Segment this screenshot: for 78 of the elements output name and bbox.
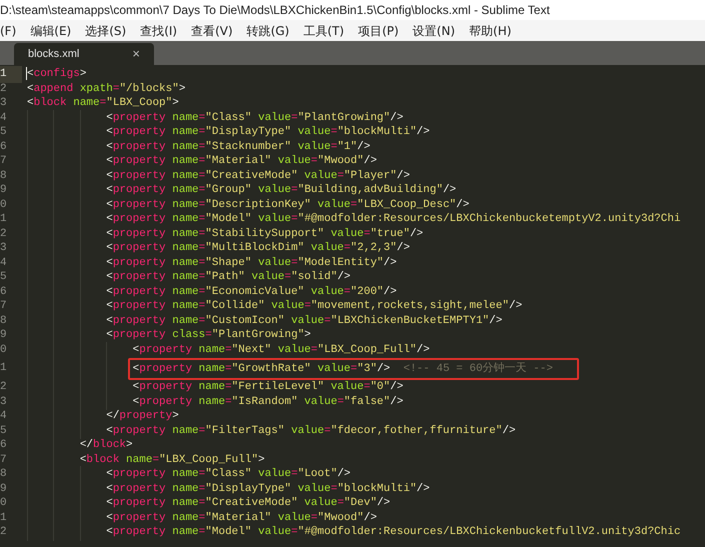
line-number: 4	[0, 256, 8, 270]
line-number: 1	[0, 66, 22, 82]
line-number: 6	[0, 284, 8, 300]
code-line: <property name="Class" value="Loot"/>	[106, 467, 351, 482]
code-line: <property name="FilterTags" value="fdecor,fother,ffurniture"/>	[106, 424, 516, 438]
line-number: 9	[0, 328, 8, 343]
code-line: <property name="IsRandom" value="false"/>	[132, 394, 404, 410]
line-number: 6	[0, 140, 8, 154]
code-line: <configs>	[27, 67, 86, 82]
menu-item[interactable]: 选择(S)	[85, 22, 126, 40]
code-line: <property name="CustomIcon" value="LBXChickenBucketEMPTY1"/>	[106, 314, 502, 328]
menu-item[interactable]: 帮助(H)	[469, 22, 512, 40]
line-number: 7	[0, 299, 8, 314]
line-number: 4	[0, 409, 8, 424]
file-tab[interactable]: blocks.xml ×	[14, 43, 154, 65]
line-number: 1	[0, 361, 8, 376]
code-line: </block>	[80, 438, 133, 453]
line-number: 5	[0, 125, 8, 140]
menu-item[interactable]: 查看(V)	[191, 22, 233, 40]
line-number: 5	[0, 424, 8, 438]
menu-item[interactable]: 查找(I)	[140, 22, 178, 40]
code-line: <property name="MultiBlockDim" value="2,2,3"/>	[106, 241, 410, 256]
menu-item[interactable]: 项目(P)	[358, 22, 399, 40]
menu-item[interactable]: 编辑(E)	[30, 22, 72, 40]
code-line: <property name="CreativeMode" value="Dev"/>	[106, 496, 390, 511]
code-line: <block name="LBX_Coop">	[27, 96, 179, 111]
line-number: 8	[0, 314, 8, 328]
code-line: <property name="Model" value="#@modfolder:Resources/LBXChickenbucketemptyV2.unity3d?Chi	[106, 212, 681, 227]
tab-label: blocks.xml	[28, 46, 80, 62]
line-number: 2	[0, 226, 8, 242]
line-number: 2	[0, 380, 8, 395]
line-number: 4	[0, 110, 8, 126]
line-number: 2	[0, 525, 8, 540]
line-number: 8	[0, 467, 8, 482]
code-line: <property name="Group" value="Building,advBuilding"/>	[106, 183, 456, 198]
code-line: <property name="Material" value="Mwood"/>	[106, 154, 377, 169]
line-number: 1	[0, 212, 8, 227]
line-number: 5	[0, 270, 8, 285]
code-line: </property>	[106, 409, 179, 424]
line-number: 3	[0, 96, 8, 111]
menu-item[interactable]: 工具(T)	[303, 22, 344, 40]
code-line: <property name="Shape" value="ModelEntity"/>	[106, 256, 397, 270]
code-line: <property name="StabilitySupport" value="true"/>	[106, 226, 424, 242]
code-line: <property name="DescriptionKey" value="LBX_Coop_Desc"/>	[106, 198, 470, 212]
code-line: <property name="Class" value="PlantGrowing"/>	[106, 110, 404, 126]
code-line: <property name="DisplayType" value="blockMulti"/>	[106, 125, 430, 140]
code-line: <property name="Next" value="LBX_Coop_Full"/>	[132, 342, 430, 358]
code-line: <property name="DisplayType" value="blockMulti"/>	[106, 482, 430, 496]
code-line: <property name="Model" value="#@modfolder:Resources/LBXChickenbucketfullV2.unity3d?Chic	[106, 525, 681, 540]
line-number: 8	[0, 168, 8, 184]
line-number: 6	[0, 438, 8, 453]
code-line: <property name="Stacknumber" value="1"/>	[106, 140, 370, 154]
menu-item[interactable]: 转跳(G)	[246, 22, 290, 40]
line-number: 1	[0, 510, 8, 526]
line-number: 7	[0, 452, 8, 468]
menu-item[interactable]: 设置(N)	[412, 22, 456, 40]
line-number: 7	[0, 154, 8, 169]
line-number: 9	[0, 183, 8, 198]
code-line: <property name="CreativeMode" value="Player"/>	[106, 168, 410, 184]
code-line: <append xpath="/blocks">	[27, 82, 186, 96]
code-line: <property name="Material" value="Mwood"/>	[106, 510, 377, 526]
code-line: <property name="FertileLevel" value="0"/>	[132, 380, 404, 395]
window-title: D:\steam\steamapps\common\7 Days To Die\Mods\LBXChickenBin1.5\Config\blocks.xml - Sublime Text	[0, 2, 550, 19]
menu-item[interactable]: (F)	[0, 22, 16, 40]
line-number: 9	[0, 482, 8, 496]
code-line: <property name="Path" value="solid"/>	[106, 270, 351, 285]
line-number: 3	[0, 241, 8, 256]
code-line: <property name="Collide" value="movement,rockets,sight,melee"/>	[106, 299, 522, 314]
line-number: 0	[0, 198, 8, 212]
line-number: 0	[0, 496, 8, 511]
code-line: <block name="LBX_Coop_Full">	[80, 452, 265, 468]
close-icon[interactable]: ×	[132, 44, 140, 64]
line-number: 2	[0, 82, 8, 96]
code-line: <property name="EconomicValue" value="200"/>	[106, 284, 397, 300]
code-line: <property class="PlantGrowing">	[106, 328, 311, 343]
text-cursor	[26, 67, 27, 80]
line-number: 3	[0, 394, 8, 410]
line-number: 0	[0, 342, 8, 358]
